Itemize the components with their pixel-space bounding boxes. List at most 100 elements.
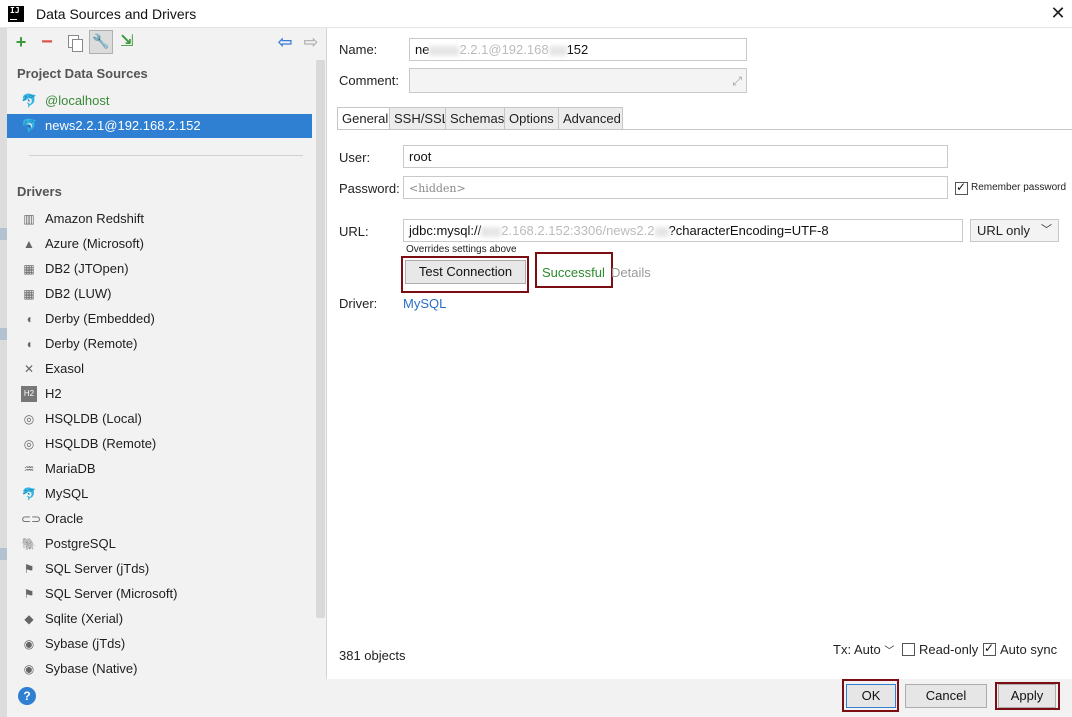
- driver-label: HSQLDB (Local): [45, 411, 142, 426]
- url-mode-value: URL only: [977, 223, 1030, 238]
- connection-status: Successful: [542, 265, 605, 280]
- driver-item-db2-jtopen[interactable]: ▦ DB2 (JTOpen): [7, 257, 312, 281]
- url-input[interactable]: jdbc:mysql:// 2.168.2.152:3306/news2.2 ?ch…: [403, 219, 963, 242]
- sqlite-icon: ◆: [24, 612, 34, 626]
- redshift-icon: ▥: [23, 212, 35, 226]
- datasource-item-news[interactable]: 🐬 news2.2.1@192.168.2.152: [7, 114, 312, 138]
- remove-icon[interactable]: −: [37, 32, 57, 52]
- driver-item-hsqldb-local[interactable]: ◎ HSQLDB (Local): [7, 407, 312, 431]
- read-only-label: Read-only: [919, 642, 979, 657]
- remember-password-checkbox[interactable]: [955, 180, 968, 195]
- datasource-item-localhost[interactable]: 🐬 @localhost: [7, 89, 312, 113]
- datasource-label: news2.2.1@192.168.2.152: [45, 118, 201, 133]
- driver-item-oracle[interactable]: ⊂⊃ Oracle: [7, 507, 312, 531]
- datasource-label: @localhost: [45, 93, 110, 108]
- tab-ssh-ssl[interactable]: SSH/SSL: [389, 107, 449, 130]
- driver-label: Derby (Remote): [45, 336, 138, 351]
- read-only-checkbox[interactable]: [902, 643, 915, 656]
- driver-item-hsqldb-remote[interactable]: ◎ HSQLDB (Remote): [7, 432, 312, 456]
- tab-options[interactable]: Options: [504, 107, 559, 130]
- driver-label: Driver:: [339, 296, 378, 311]
- driver-item-amazon-redshift[interactable]: ▥ Amazon Redshift: [7, 207, 312, 231]
- driver-item-db2-luw[interactable]: ▦ DB2 (LUW): [7, 282, 312, 306]
- close-icon[interactable]: ✕: [1048, 3, 1068, 23]
- name-input[interactable]: ne 2.2.1@192.168 152: [409, 38, 747, 61]
- driver-link[interactable]: MySQL: [403, 296, 446, 311]
- driver-label: Sqlite (Xerial): [45, 611, 124, 626]
- add-icon[interactable]: +: [11, 32, 31, 52]
- driver-item-exasol[interactable]: ✕ Exasol: [7, 357, 312, 381]
- driver-item-h2[interactable]: H2 H2: [7, 382, 312, 406]
- mysql-dolphin-icon: 🐬: [21, 487, 37, 501]
- url-mode-select[interactable]: URL only ﹀: [970, 219, 1059, 242]
- sybase-icon: ◉: [23, 662, 35, 676]
- sidebar-toolbar: + − 🔧 ⇲ ⇦ ⇨: [7, 28, 327, 58]
- postgresql-icon: 🐘: [21, 537, 37, 551]
- sqlserver-icon: ⚑: [23, 587, 35, 601]
- chevron-down-icon: ﹀: [884, 646, 895, 657]
- sidebar-scrollbar[interactable]: [316, 60, 325, 618]
- name-value-start: ne: [415, 42, 430, 57]
- driver-item-derby-embedded[interactable]: ◖ Derby (Embedded): [7, 307, 312, 331]
- driver-label: Exasol: [45, 361, 85, 376]
- driver-label: MySQL: [45, 486, 89, 501]
- driver-settings-icon[interactable]: 🔧: [89, 30, 113, 54]
- driver-label: PostgreSQL: [45, 536, 116, 551]
- driver-item-azure-microsoft[interactable]: ▲ Azure (Microsoft): [7, 232, 312, 256]
- driver-label: Sybase (Native): [45, 661, 138, 676]
- driver-item-postgresql[interactable]: 🐘 PostgreSQL: [7, 532, 312, 556]
- url-value-mid: 2.168.2.152:3306/news2.2: [501, 223, 655, 238]
- driver-item-mysql[interactable]: 🐬 MySQL: [7, 482, 312, 506]
- tx-mode-select[interactable]: Tx: Auto ﹀: [833, 642, 894, 657]
- user-label: User:: [339, 150, 371, 165]
- driver-item-sybase-native[interactable]: ◉ Sybase (Native): [7, 657, 312, 681]
- name-value-end: 152: [566, 42, 589, 57]
- tab-general[interactable]: General: [337, 107, 390, 130]
- driver-label: H2: [45, 386, 62, 401]
- driver-label: Derby (Embedded): [45, 311, 155, 326]
- tab-advanced[interactable]: Advanced: [558, 107, 623, 130]
- sqlserver-icon: ⚑: [23, 562, 35, 576]
- tx-mode-label: Tx: Auto: [833, 642, 881, 657]
- name-label: Name:: [339, 42, 378, 57]
- drivers-heading: Drivers: [17, 184, 62, 199]
- duplicate-icon[interactable]: [65, 32, 85, 52]
- test-connection-button[interactable]: Test Connection: [405, 260, 526, 284]
- ok-button[interactable]: OK: [846, 684, 896, 708]
- driver-item-mariadb[interactable]: ♒ MariaDB: [7, 457, 312, 481]
- driver-label: DB2 (LUW): [45, 286, 112, 301]
- expand-icon[interactable]: ⤢: [732, 73, 742, 90]
- password-input[interactable]: <hidden>: [403, 176, 948, 199]
- project-data-sources-heading: Project Data Sources: [17, 66, 148, 81]
- help-icon[interactable]: ?: [18, 687, 36, 705]
- driver-item-derby-remote[interactable]: ◖ Derby (Remote): [7, 332, 312, 356]
- driver-label: Amazon Redshift: [45, 211, 144, 226]
- forward-arrow-icon[interactable]: ⇨: [301, 32, 321, 52]
- import-icon[interactable]: ⇲: [117, 32, 137, 52]
- details-link[interactable]: Details: [611, 265, 651, 280]
- driver-item-sql-server-jtds[interactable]: ⚑ SQL Server (jTds): [7, 557, 312, 581]
- hsqldb-icon: ◎: [23, 412, 35, 426]
- derby-icon: ◖: [25, 312, 33, 326]
- user-input[interactable]: root: [403, 145, 948, 168]
- driver-label: SQL Server (jTds): [45, 561, 150, 576]
- driver-label: Azure (Microsoft): [45, 236, 144, 251]
- db2-icon: ▦: [23, 262, 35, 276]
- back-arrow-icon[interactable]: ⇦: [275, 32, 295, 52]
- driver-item-sybase-jtds[interactable]: ◉ Sybase (jTds): [7, 632, 312, 656]
- mysql-dolphin-icon: 🐬: [21, 118, 38, 133]
- h2-icon: H2: [21, 386, 37, 402]
- comment-input[interactable]: ⤢: [409, 68, 747, 93]
- password-hidden-value: <hidden>: [409, 182, 466, 195]
- driver-item-sqlite-xerial[interactable]: ◆ Sqlite (Xerial): [7, 607, 312, 631]
- driver-label: DB2 (JTOpen): [45, 261, 129, 276]
- driver-label: HSQLDB (Remote): [45, 436, 157, 451]
- name-value-mid: 2.2.1@192.168: [459, 42, 549, 57]
- apply-button[interactable]: Apply: [998, 684, 1056, 708]
- driver-label: SQL Server (Microsoft): [45, 586, 178, 601]
- auto-sync-checkbox[interactable]: [983, 641, 996, 656]
- driver-item-sql-server-microsoft[interactable]: ⚑ SQL Server (Microsoft): [7, 582, 312, 606]
- cancel-button[interactable]: Cancel: [905, 684, 987, 708]
- tab-panel-border: [337, 129, 1072, 130]
- tab-schemas[interactable]: Schemas: [445, 107, 505, 130]
